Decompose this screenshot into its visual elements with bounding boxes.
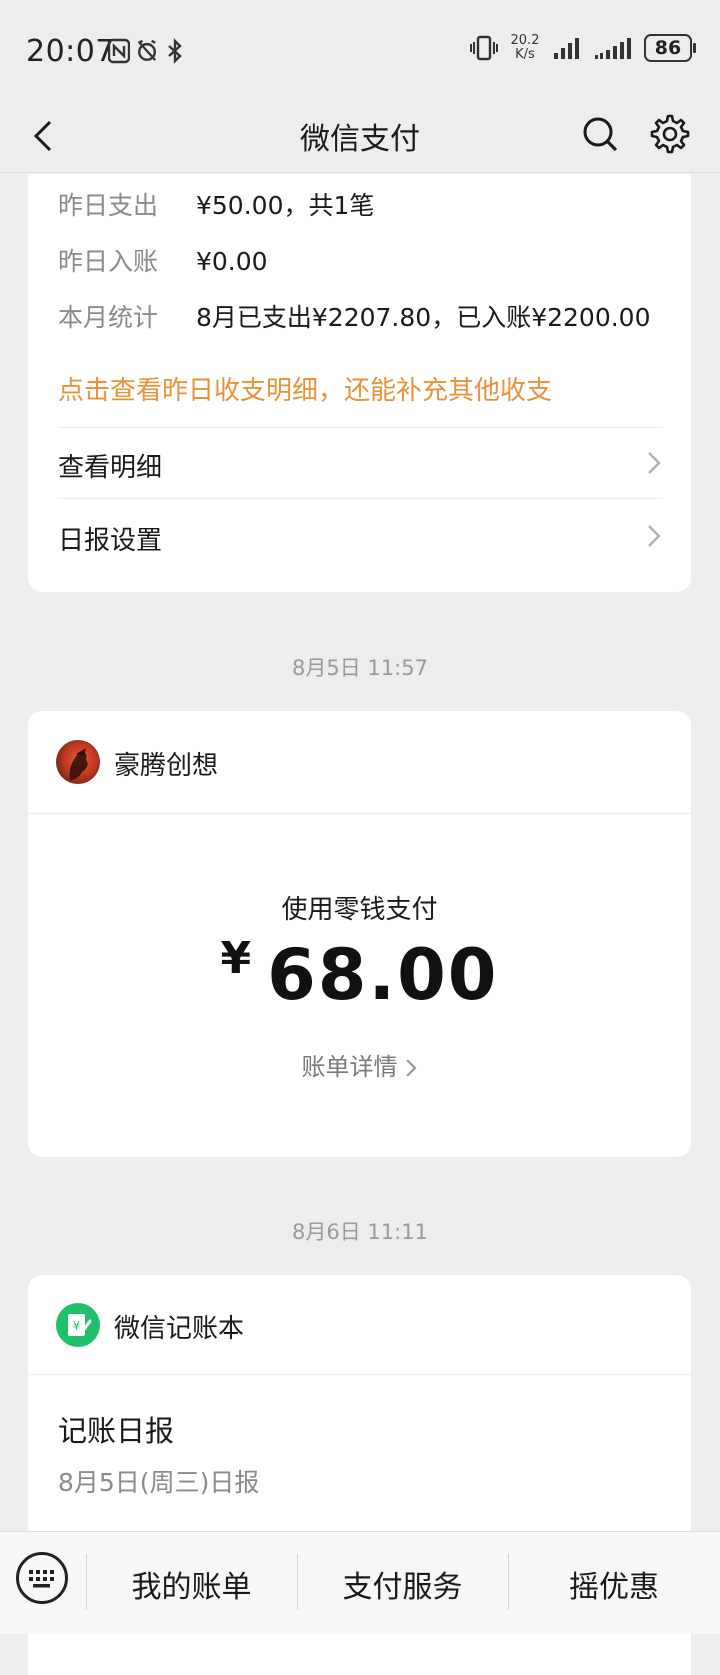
monthly-stats-value: 8月已支出¥2207.80，已入账¥2200.00 [196,303,651,332]
merchant-logo-icon [69,748,88,780]
svg-text:¥: ¥ [73,1319,81,1333]
chevron-right-icon [405,1059,417,1077]
chevron-right-icon [648,452,661,474]
monthly-stats-row: 本月统计 8月已支出¥2207.80，已入账¥2200.00 [58,298,650,334]
nfc-icon [108,38,130,64]
vibrate-icon [470,35,498,61]
status-time: 20:07 [26,34,115,69]
view-details-row[interactable]: 查看明细 [58,427,663,499]
bookkeeping-name: 微信记账本 [114,1314,245,1344]
chevron-right-icon [648,525,661,547]
battery-indicator: 86 [644,34,696,62]
message-timestamp: 8月5日 11:57 [292,656,428,680]
search-icon[interactable] [578,112,622,156]
report-settings-label: 日报设置 [58,526,163,556]
net-speed-value: 20.2 [510,33,540,48]
payment-card[interactable]: 豪腾创想 使用零钱支付 ¥68.00 账单详情 [28,711,691,1157]
yesterday-expense-label: 昨日支出 [58,191,159,220]
signal-icon-2 [595,38,631,59]
status-right: 20.2 K/s 86 [470,34,696,62]
menu-shake-deals[interactable]: 摇优惠 [508,1562,720,1606]
monthly-stats-label: 本月统计 [58,303,159,332]
view-details-label: 查看明细 [58,453,163,483]
merchant-avatar [56,740,100,784]
signal-icon-1 [554,38,579,59]
net-speed: 20.2 K/s [508,34,542,62]
bill-detail-link[interactable]: 账单详情 [28,1047,691,1082]
yesterday-income-label: 昨日入账 [58,247,159,276]
yesterday-expense-row: 昨日支出 ¥50.00，共1笔 [58,186,374,222]
header-divider [0,172,720,173]
bluetooth-icon [168,38,182,64]
currency-symbol: ¥ [220,933,254,984]
divider [28,813,691,814]
yesterday-income-value: ¥0.00 [196,247,268,276]
details-hint-link[interactable]: 点击查看昨日收支明细，还能补充其他收支 [58,370,552,407]
alarm-off-icon [137,39,157,61]
bookkeeping-icon: ¥ [56,1303,100,1347]
gear-icon[interactable] [648,112,692,156]
report-settings-row[interactable]: 日报设置 [58,500,663,572]
status-left-icons [108,38,186,64]
divider [28,1374,691,1375]
bottom-menu-bar: 我的账单 支付服务 摇优惠 [0,1531,720,1634]
status-bar: 20:07 20.2 K/s 86 [0,0,720,100]
message-timestamp: 8月6日 11:11 [292,1220,428,1244]
daily-summary-card[interactable]: 昨日支出 ¥50.00，共1笔 昨日入账 ¥0.00 本月统计 8月已支出¥2207.… [28,174,691,592]
ledger-icon: ¥ [68,1314,92,1336]
bill-detail-label: 账单详情 [301,1053,398,1081]
keyboard-icon [29,1570,54,1588]
keyboard-toggle-button[interactable] [16,1552,68,1604]
header: 微信支付 [0,100,720,172]
payment-method: 使用零钱支付 [281,895,438,925]
report-subtitle: 8月5日(周三)日报 [58,1468,260,1497]
amount-value: 68.00 [267,934,499,1016]
divider [58,498,663,499]
yesterday-expense-value: ¥50.00，共1笔 [196,191,375,220]
merchant-name: 豪腾创想 [114,751,219,781]
report-title: 记账日报 [58,1414,175,1448]
menu-my-bills[interactable]: 我的账单 [86,1562,297,1606]
menu-pay-services[interactable]: 支付服务 [297,1562,508,1606]
payment-amount: ¥68.00 [28,933,691,1016]
yesterday-income-row: 昨日入账 ¥0.00 [58,242,268,278]
net-speed-unit: K/s [515,47,535,62]
